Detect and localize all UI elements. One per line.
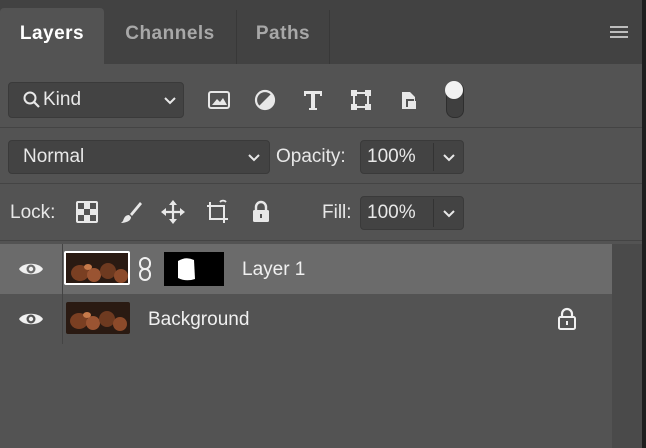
layer-row[interactable]: Background [0,294,612,344]
row-divider [0,240,642,241]
layer-name[interactable]: Layer 1 [242,259,305,281]
type-filter-icon[interactable] [300,87,326,113]
blend-mode-dropdown[interactable]: Normal [8,140,270,174]
adjustment-filter-icon[interactable] [252,87,278,113]
layer-row[interactable]: Layer 1 [0,244,612,294]
lock-transparent-pixels-icon[interactable] [74,199,100,225]
layer-thumbnail[interactable] [66,302,130,334]
layer-mask-thumbnail[interactable] [164,252,224,286]
panel-menu-icon[interactable] [610,26,628,40]
chevron-down-icon [164,97,176,105]
link-chain-icon[interactable] [138,256,152,282]
opacity-label: Opacity: [276,146,346,167]
search-icon [23,91,40,108]
layer-name[interactable]: Background [148,309,249,331]
column-divider [62,244,63,294]
row-divider [0,183,642,184]
lock-position-icon[interactable] [160,199,186,225]
tab-channels[interactable]: Channels [104,8,236,64]
filter-toggle-icon[interactable] [444,80,464,118]
mask-image [178,258,195,281]
filter-kind-label: Kind [43,89,82,110]
layer-thumbnail-image [66,302,130,334]
row-divider [0,127,642,128]
lock-icon[interactable] [556,307,578,331]
tab-paths[interactable]: Paths [237,8,329,64]
opacity-field[interactable]: 100% [360,140,464,174]
layer-thumbnail-image [66,253,128,283]
shape-filter-icon[interactable] [348,87,374,113]
panel-edge [642,0,646,448]
lock-all-icon[interactable] [248,199,274,225]
layers-panel: Layers Channels Paths Kind Normal Opacit… [0,0,646,448]
eye-icon [19,263,43,275]
image-filter-icon[interactable] [206,87,232,113]
fill-value[interactable]: 100% [367,197,416,229]
column-divider [62,294,63,344]
chevron-down-icon[interactable] [442,209,456,218]
blend-mode-value: Normal [23,146,85,167]
filter-kind-dropdown[interactable]: Kind [8,82,184,118]
lock-artboard-icon[interactable] [204,199,230,225]
lock-image-pixels-icon[interactable] [118,199,144,225]
chevron-down-icon[interactable] [442,153,456,162]
layer-thumbnail[interactable] [64,251,130,285]
eye-icon [19,313,43,325]
smart-object-filter-icon[interactable] [396,87,422,113]
panel-tab-bar: Layers Channels Paths [0,0,642,64]
chevron-down-icon [248,154,260,162]
fill-field[interactable]: 100% [360,196,464,230]
opacity-value[interactable]: 100% [367,141,416,173]
tab-layers[interactable]: Layers [0,8,104,64]
visibility-toggle[interactable] [0,244,62,294]
visibility-toggle[interactable] [0,294,62,344]
tab-divider [329,10,330,64]
lock-label: Lock: [10,202,56,223]
fill-label: Fill: [322,202,352,223]
scrollbar-track[interactable] [612,244,642,448]
